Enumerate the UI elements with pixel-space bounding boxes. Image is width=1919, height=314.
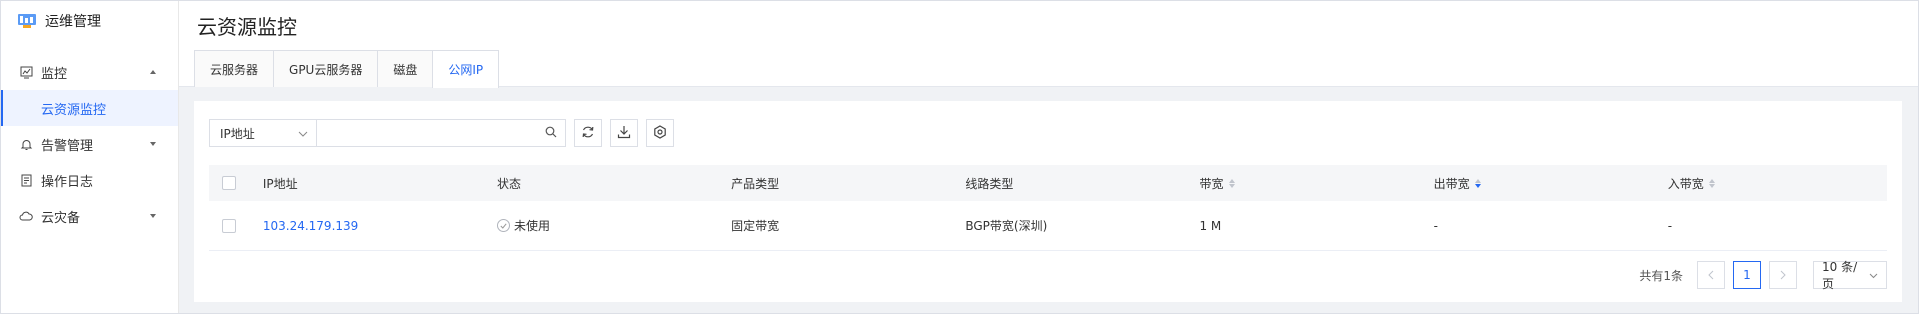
sidebar-item-alert-management[interactable]: 告警管理: [1, 126, 178, 162]
download-button[interactable]: [610, 119, 638, 147]
row-checkbox[interactable]: [222, 218, 236, 233]
log-icon: [19, 173, 33, 187]
column-header-bandwidth[interactable]: 带宽: [1199, 175, 1433, 192]
chevron-down-icon: [148, 211, 158, 221]
main-content: 云资源监控 云服务器 GPU云服务器 磁盘 公网IP IP地址 IP地址 状态 …: [179, 1, 1918, 313]
column-header-ip: IP地址: [262, 176, 298, 191]
bell-icon: [19, 137, 33, 151]
check-circle-icon: [497, 219, 511, 232]
tab-cloud-server[interactable]: 云服务器: [194, 50, 275, 87]
page-header: 云资源监控 云服务器 GPU云服务器 磁盘 公网IP: [179, 1, 1918, 88]
table-row: 103.24.179.139 未使用 固定带宽 BGP带宽(深圳) 1 M - …: [209, 201, 1887, 251]
chevron-right-icon: [1780, 270, 1786, 280]
out-bandwidth-text: -: [1433, 218, 1438, 233]
settings-button[interactable]: [646, 119, 674, 147]
page-size-select[interactable]: 10 条/页: [1813, 260, 1887, 291]
status-text: 未使用: [514, 219, 551, 233]
page-title: 云资源监控: [197, 15, 297, 39]
sidebar-nav: 监控 云资源监控 告警管理 操作日志 云灾备: [1, 54, 178, 234]
column-header-status: 状态: [497, 176, 522, 191]
chevron-left-icon: [1708, 270, 1714, 280]
sort-icon[interactable]: [1474, 178, 1481, 188]
sidebar-item-label: 监控: [41, 66, 68, 82]
app-window: 运维管理 监控 云资源监控 告警管理 操作日志 云灾备 云资源监控 云服务器 G…: [0, 0, 1919, 314]
column-header-in-bandwidth[interactable]: 入带宽: [1668, 175, 1887, 192]
tab-bar: 云服务器 GPU云服务器 磁盘 公网IP: [194, 50, 500, 88]
sidebar-item-label: 告警管理: [41, 138, 94, 154]
column-header-line-type: 线路类型: [965, 176, 1014, 191]
sidebar-item-label: 操作日志: [41, 174, 94, 190]
chevron-down-icon: [298, 126, 308, 140]
chevron-down-icon: [148, 139, 158, 149]
sidebar-item-monitor[interactable]: 监控: [1, 54, 178, 90]
cloud-icon: [19, 209, 33, 223]
chevron-down-icon: [1869, 268, 1878, 282]
line-type-text: BGP带宽(深圳): [965, 219, 1048, 233]
filter-select-value: IP地址: [220, 126, 255, 141]
product-type-text: 固定带宽: [731, 219, 780, 233]
table-header: IP地址 状态 产品类型 线路类型 带宽 出带宽 入带宽: [209, 165, 1887, 201]
search-box: [317, 119, 566, 147]
ip-table: IP地址 状态 产品类型 线路类型 带宽 出带宽 入带宽 103.24.179.…: [209, 165, 1887, 251]
tab-public-ip[interactable]: 公网IP: [432, 50, 500, 88]
sort-icon[interactable]: [1228, 178, 1235, 188]
sidebar-item-cloud-resource-monitor[interactable]: 云资源监控: [1, 90, 178, 126]
brand: 运维管理: [1, 1, 178, 41]
sidebar-item-label: 云灾备: [41, 210, 81, 226]
sidebar-item-cloud-disaster-recovery[interactable]: 云灾备: [1, 198, 178, 234]
ops-logo-icon: [17, 13, 37, 29]
pagination-total: 共有1条: [1639, 268, 1683, 283]
sidebar-item-label: 云资源监控: [41, 102, 107, 118]
sidebar-item-operation-log[interactable]: 操作日志: [1, 162, 178, 198]
sidebar: 运维管理 监控 云资源监控 告警管理 操作日志 云灾备: [1, 1, 179, 313]
ip-address-link[interactable]: 103.24.179.139: [263, 219, 358, 233]
page-number-button[interactable]: 1: [1733, 261, 1761, 289]
select-all-checkbox[interactable]: [222, 176, 236, 190]
search-input[interactable]: [317, 120, 545, 146]
next-page-button[interactable]: [1769, 261, 1797, 289]
sort-icon[interactable]: [1708, 178, 1715, 188]
tab-gpu-cloud-server[interactable]: GPU云服务器: [273, 50, 379, 87]
search-icon[interactable]: [545, 126, 557, 141]
filter-select[interactable]: IP地址: [209, 119, 317, 147]
refresh-icon: [581, 125, 595, 142]
bandwidth-text: 1 M: [1199, 218, 1222, 233]
column-header-product-type: 产品类型: [731, 176, 780, 191]
column-header-out-bandwidth[interactable]: 出带宽: [1434, 175, 1668, 192]
in-bandwidth-text: -: [1667, 218, 1673, 233]
page-size-value: 10 条/页: [1822, 260, 1858, 291]
refresh-button[interactable]: [574, 119, 602, 147]
prev-page-button[interactable]: [1697, 261, 1725, 289]
download-icon: [617, 125, 631, 142]
brand-title: 运维管理: [45, 14, 101, 30]
gear-icon: [653, 124, 667, 142]
content-card: IP地址 IP地址 状态 产品类型 线路类型 带宽 出带宽 入带宽 103.24…: [194, 101, 1902, 302]
tab-disk[interactable]: 磁盘: [377, 50, 434, 87]
pagination: 共有1条 1 10 条/页: [1639, 260, 1887, 291]
monitor-icon: [19, 65, 33, 79]
chevron-up-icon: [148, 67, 158, 77]
toolbar: IP地址: [209, 119, 674, 147]
